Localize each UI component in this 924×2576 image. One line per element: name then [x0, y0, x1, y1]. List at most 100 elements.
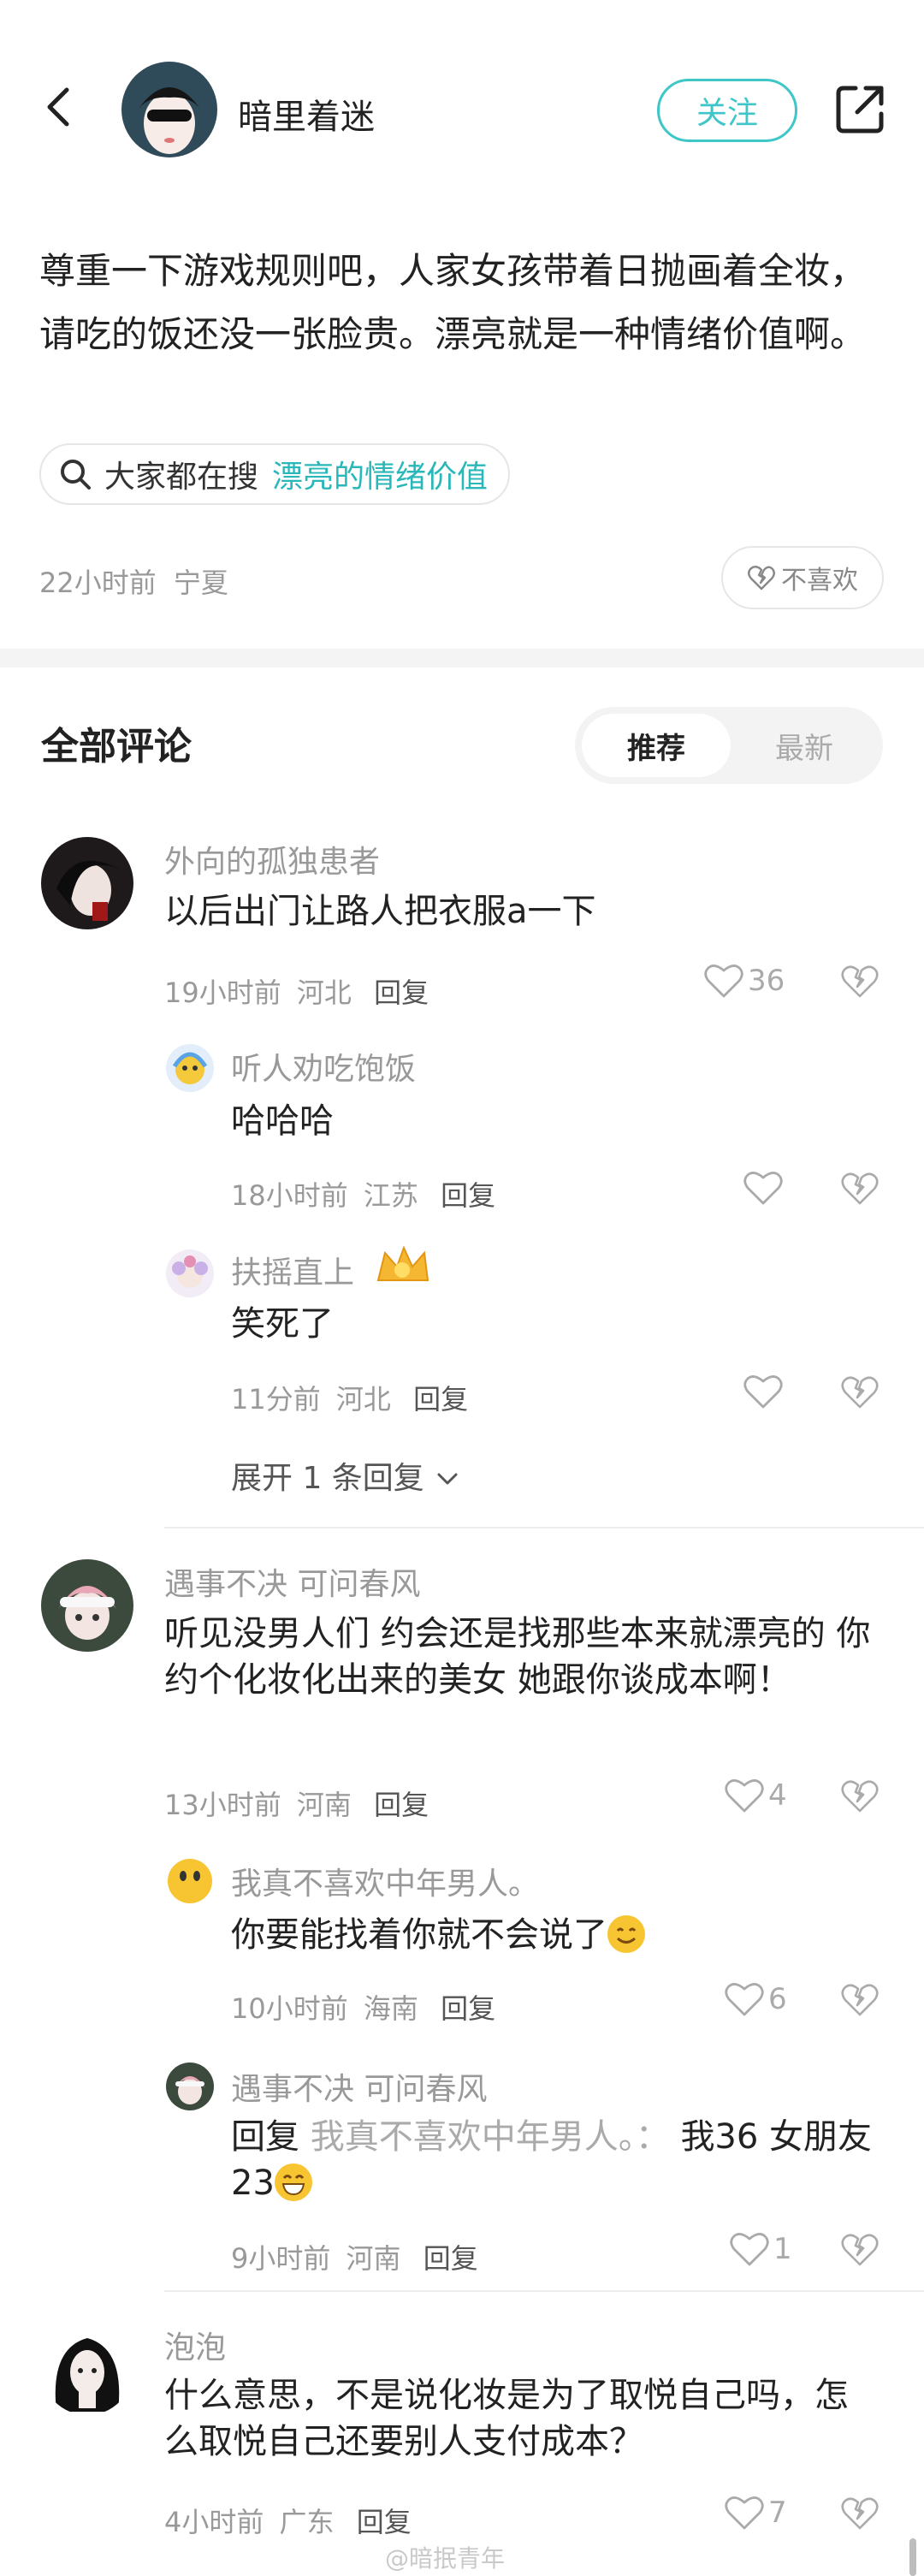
- avatar[interactable]: [166, 1249, 214, 1297]
- heart-icon: [725, 1779, 764, 1813]
- like-button[interactable]: 36: [703, 962, 785, 1000]
- reply-button[interactable]: 回复: [441, 1992, 495, 2025]
- heart-icon: [730, 2233, 769, 2266]
- search-topic[interactable]: 漂亮的情绪价值: [272, 452, 488, 496]
- search-prefix: 大家都在搜: [104, 460, 259, 495]
- like-button[interactable]: 1: [729, 2230, 792, 2268]
- reply-button[interactable]: 回复: [441, 1179, 495, 1212]
- post-time: 22小时前: [39, 567, 157, 599]
- reply-location: 河南: [346, 2242, 401, 2275]
- avatar[interactable]: [41, 1559, 133, 1652]
- like-count: 4: [768, 1778, 787, 1813]
- avatar[interactable]: [166, 2063, 214, 2110]
- broken-heart-icon: [841, 1780, 879, 1813]
- heart-icon: [743, 1172, 783, 1205]
- comment-divider: [164, 1527, 924, 1528]
- comment-location: 河南: [296, 1789, 352, 1821]
- reply-quoted-user[interactable]: 我真不喜欢中年男人。：: [311, 2117, 670, 2157]
- comment-time: 13小时前: [164, 1789, 281, 1821]
- reply-meta: 10小时前 海南 回复: [231, 1987, 495, 2027]
- broken-heart-icon: [841, 1172, 879, 1205]
- dislike-comment-button[interactable]: [840, 1982, 880, 2021]
- comment-time: 19小时前: [164, 976, 281, 1009]
- reply-button[interactable]: 回复: [357, 2506, 412, 2538]
- dislike-comment-button[interactable]: [840, 2496, 880, 2535]
- post-location: 宁夏: [173, 567, 228, 599]
- reply-text: 笑死了: [231, 1304, 334, 1344]
- broken-heart-icon: [841, 2234, 879, 2266]
- vip-badge-icon: [373, 1243, 433, 1291]
- reply-text-content: 你要能找着你就不会说了: [231, 1915, 607, 1955]
- dislike-comment-button[interactable]: [840, 2232, 880, 2271]
- like-count: 7: [768, 2496, 787, 2530]
- avatar[interactable]: [41, 837, 133, 929]
- scrollbar[interactable]: [909, 2538, 916, 2576]
- avatar[interactable]: [166, 1857, 214, 1905]
- like-button[interactable]: [743, 1373, 784, 1414]
- dislike-button[interactable]: 不喜欢: [721, 546, 884, 609]
- author-avatar[interactable]: [121, 62, 217, 157]
- expand-replies-button[interactable]: 展开 1 条回复: [231, 1453, 461, 1498]
- reply-prefix: 回复: [231, 2117, 299, 2157]
- comment-text: 以后出门让路人把衣服a一下: [164, 892, 596, 931]
- like-count: 36: [748, 964, 785, 998]
- broken-heart-icon: [841, 2497, 879, 2530]
- heart-icon: [725, 2496, 764, 2530]
- sort-latest-tab[interactable]: 最新: [732, 714, 876, 777]
- reply-username[interactable]: 扶摇直上: [231, 1248, 354, 1292]
- reply-button[interactable]: 回复: [374, 1789, 429, 1821]
- like-button[interactable]: [743, 1169, 784, 1210]
- reply-username[interactable]: 听人劝吃饱饭: [231, 1044, 416, 1089]
- post-text: 尊重一下游戏规则吧，人家女孩带着日抛画着全妆，请吃的饭还没一张脸贵。漂亮就是一种…: [39, 250, 867, 355]
- author-name[interactable]: 暗里着迷: [238, 89, 375, 139]
- post-meta: 22小时前 宁夏: [39, 561, 228, 601]
- reply-location: 江苏: [363, 1179, 418, 1212]
- watermark: @暗抿青年: [385, 2544, 506, 2573]
- reply-time: 18小时前: [231, 1179, 348, 1212]
- dislike-comment-button[interactable]: [840, 1374, 880, 1414]
- broken-heart-icon: [841, 1376, 879, 1409]
- reply-time: 11分前: [231, 1383, 321, 1416]
- dislike-comment-button[interactable]: [840, 1171, 880, 1210]
- comment-text: 听见没男人们 约会还是找那些本来就漂亮的 你约个化妆化出来的美女 她跟你谈成本啊…: [164, 1614, 871, 1700]
- comment-time: 4小时前: [164, 2506, 264, 2538]
- reply-button[interactable]: 回复: [424, 2242, 478, 2275]
- comment-location: 广东: [279, 2506, 335, 2538]
- comment-username[interactable]: 遇事不决 可问春风: [164, 1559, 420, 1604]
- broken-heart-icon: [841, 965, 879, 998]
- follow-button[interactable]: 关注: [657, 79, 797, 142]
- like-button[interactable]: 4: [724, 1777, 787, 1814]
- comment-username[interactable]: 外向的孤独患者: [164, 837, 380, 881]
- sort-recommended-tab[interactable]: 推荐: [582, 714, 731, 777]
- reply-username[interactable]: 遇事不决 可问春风: [231, 2064, 487, 2109]
- smile-emoji-icon: [607, 1915, 645, 1953]
- like-button[interactable]: 7: [724, 2494, 787, 2531]
- dislike-comment-button[interactable]: [840, 964, 880, 1003]
- section-divider: [0, 649, 924, 668]
- expand-label: 展开 1 条回复: [231, 1461, 424, 1496]
- heart-icon: [725, 1983, 764, 2016]
- trending-search-chip[interactable]: 大家都在搜 漂亮的情绪价值: [39, 443, 511, 505]
- reply-username[interactable]: 我真不喜欢中年男人。: [231, 1859, 539, 1903]
- sort-toggle: 推荐 最新: [575, 707, 883, 784]
- avatar[interactable]: [41, 2323, 133, 2415]
- dislike-comment-button[interactable]: [840, 1778, 880, 1818]
- back-button[interactable]: [34, 81, 86, 133]
- avatar[interactable]: [166, 1044, 214, 1092]
- share-button[interactable]: [832, 81, 888, 138]
- comment-username[interactable]: 泡泡: [164, 2323, 226, 2367]
- dislike-label: 不喜欢: [781, 566, 858, 596]
- reply-button[interactable]: 回复: [374, 976, 429, 1009]
- comment-text: 什么意思，不是说化妆是为了取悦自己吗，怎么取悦自己还要别人支付成本？: [164, 2376, 849, 2461]
- like-button[interactable]: 6: [724, 1980, 787, 2018]
- share-icon: [836, 86, 884, 134]
- like-count: 6: [768, 1982, 787, 2016]
- reply-text: 你要能找着你就不会说了: [231, 1912, 645, 1958]
- reply-button[interactable]: 回复: [413, 1383, 468, 1416]
- reply-location: 河北: [335, 1383, 391, 1416]
- comment-divider: [164, 2290, 924, 2292]
- reply-text: 回复 我真不喜欢中年男人。： 我36 女朋友23: [231, 2114, 881, 2206]
- comment-location: 河北: [296, 976, 352, 1009]
- grin-emoji-icon: [274, 2163, 312, 2201]
- comment-meta: 13小时前 河南 回复: [164, 1784, 429, 1823]
